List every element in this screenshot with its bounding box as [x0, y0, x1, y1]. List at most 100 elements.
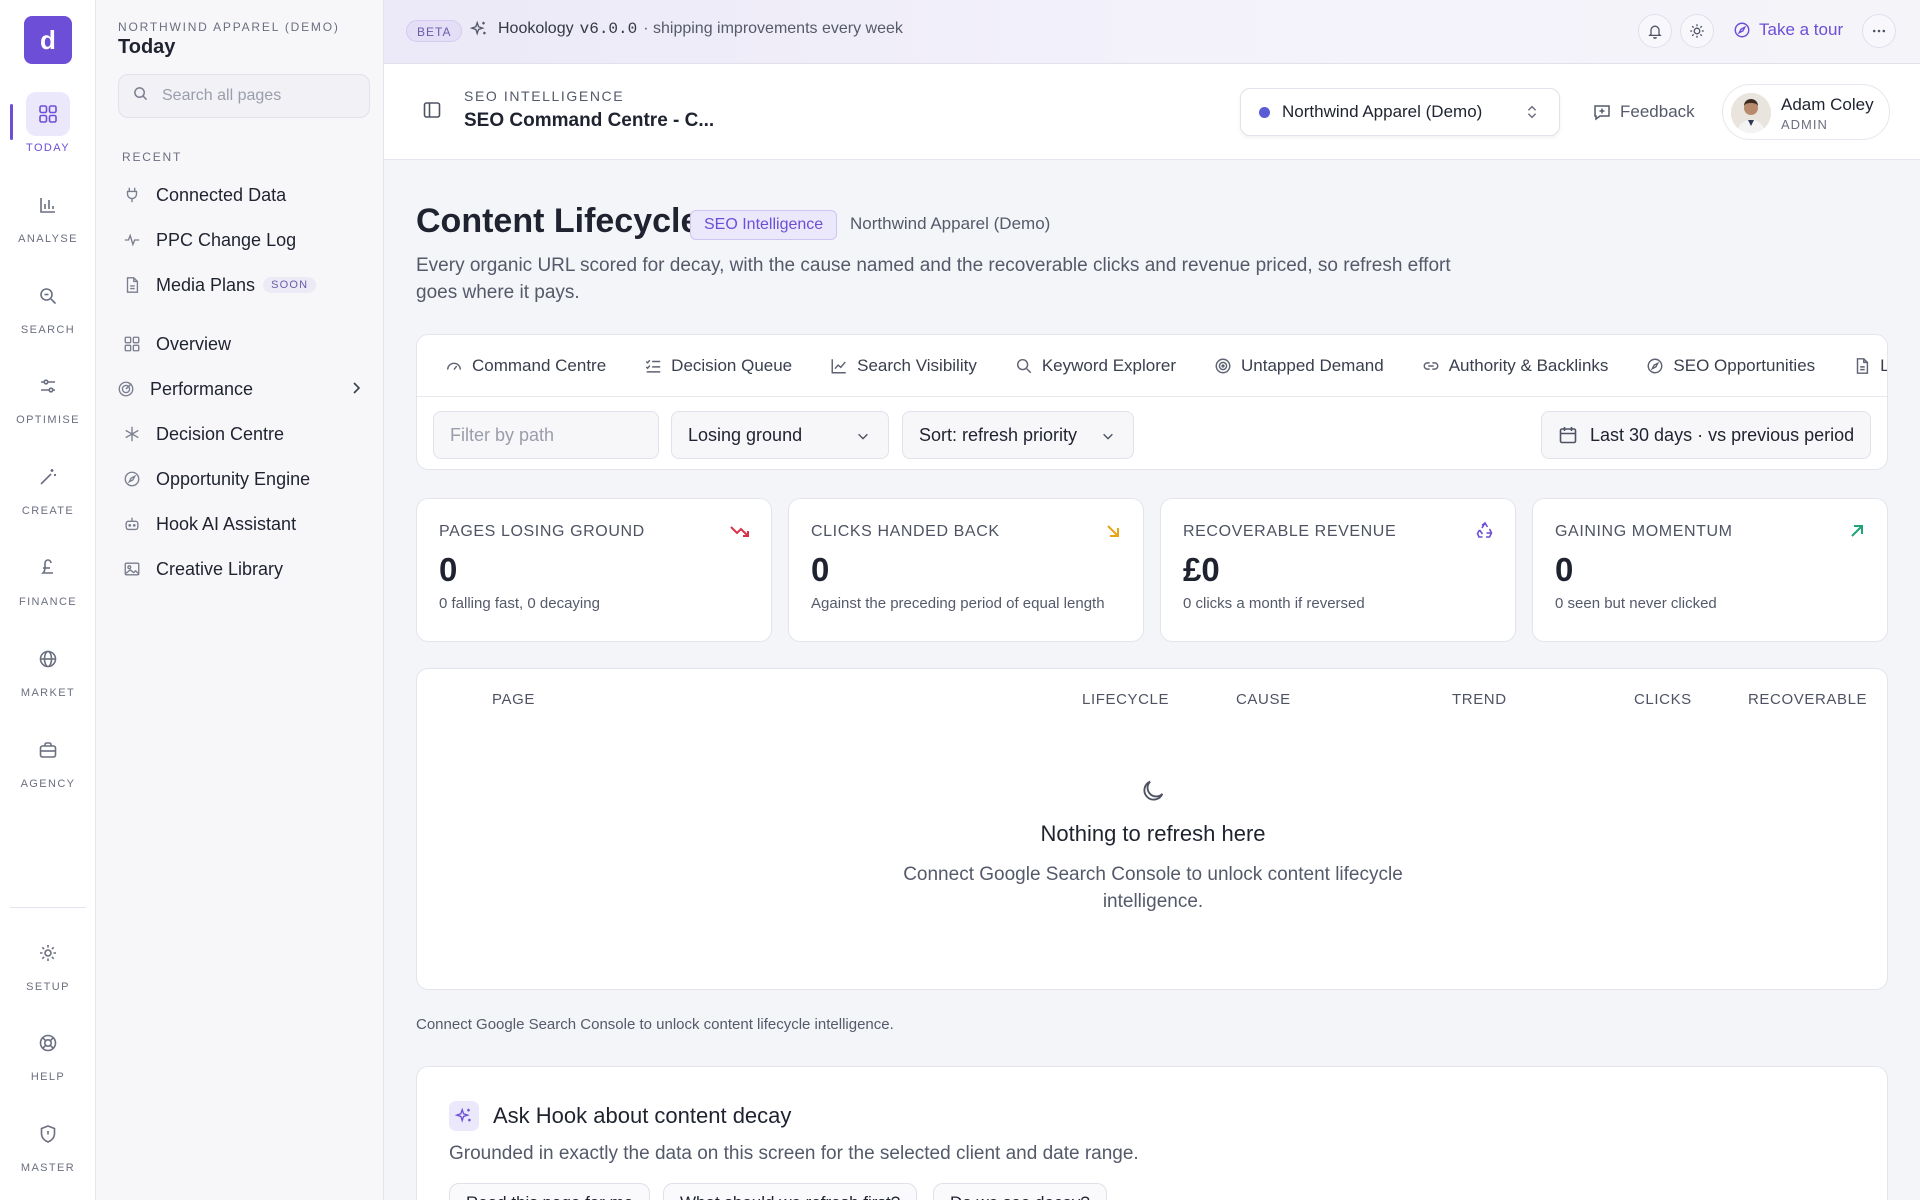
column-header-cause[interactable]: CAUSE [1236, 691, 1291, 708]
rail-item-optimise[interactable]: OPTIMISE [0, 364, 96, 444]
sidebar-toggle-icon[interactable] [422, 100, 442, 125]
feedback-button[interactable]: Feedback [1592, 102, 1695, 122]
rail-item-help[interactable]: HELP [0, 1021, 96, 1101]
rail-divider [10, 907, 86, 908]
more-horizontal-icon [1871, 23, 1887, 39]
client-status-dot [1259, 106, 1270, 118]
side-item-label: Overview [156, 333, 232, 354]
sliders-icon [26, 364, 70, 408]
take-tour-link[interactable]: Take a tour [1733, 20, 1843, 40]
column-header-page[interactable]: PAGE [492, 691, 535, 708]
side-item-creative-library[interactable]: Creative Library [122, 551, 380, 587]
page-description: Every organic URL scored for decay, with… [416, 255, 1451, 303]
app-logo[interactable]: d [24, 16, 72, 64]
suggestion-chip[interactable]: Read this page for me [449, 1183, 651, 1200]
user-menu[interactable]: Adam Coley ADMIN [1722, 84, 1890, 140]
rail-label: HELP [30, 1071, 66, 1083]
target-icon [116, 379, 136, 399]
status-filter-dropdown[interactable]: Losing ground [671, 411, 889, 459]
more-options-button[interactable] [1862, 14, 1896, 48]
side-item-hook-ai[interactable]: Hook AI Assistant [122, 506, 380, 542]
toolbar-card: Command Centre Decision Queue Search Vis… [416, 334, 1888, 470]
footnote: Connect Google Search Console to unlock … [416, 1016, 894, 1033]
column-header-trend[interactable]: TREND [1452, 691, 1507, 708]
rail-item-finance[interactable]: FINANCE [0, 546, 96, 626]
sort-dropdown[interactable]: Sort: refresh priority [902, 411, 1134, 459]
trend-down-icon [729, 521, 751, 548]
column-header-recoverable[interactable]: RECOVERABLE [1748, 691, 1867, 708]
column-header-clicks[interactable]: CLICKS [1634, 691, 1692, 708]
rail-label: MARKET [20, 687, 76, 699]
soon-badge: SOON [263, 277, 317, 293]
notifications-button[interactable] [1638, 14, 1672, 48]
tab-truncated[interactable]: L [1853, 356, 1887, 376]
ask-hook-title: Ask Hook about content decay [493, 1103, 792, 1128]
side-search[interactable] [118, 74, 370, 118]
feedback-label: Feedback [1620, 102, 1695, 121]
side-org-name: NORTHWIND APPAREL (DEMO) [118, 20, 340, 34]
gear-icon [26, 931, 70, 975]
side-item-connected-data[interactable]: Connected Data [122, 177, 380, 213]
side-item-opportunity-engine[interactable]: Opportunity Engine [122, 461, 380, 497]
rail-label: ANALYSE [18, 233, 78, 245]
tab-search-visibility[interactable]: Search Visibility [830, 356, 977, 376]
tab-seo-opportunities[interactable]: SEO Opportunities [1646, 356, 1815, 376]
side-item-media-plans[interactable]: Media Plans SOON [122, 267, 380, 303]
side-item-overview[interactable]: Overview [122, 326, 380, 362]
section-title: SEO Command Centre - C... [464, 110, 715, 131]
rail-item-market[interactable]: MARKET [0, 637, 96, 717]
moon-icon [1139, 777, 1167, 810]
tab-decision-queue[interactable]: Decision Queue [644, 356, 792, 376]
rail-item-analyse[interactable]: ANALYSE [0, 183, 96, 263]
search-input[interactable] [162, 87, 352, 105]
tab-label: Keyword Explorer [1041, 355, 1176, 375]
rail-item-master[interactable]: MASTER [0, 1112, 96, 1192]
client-selector[interactable]: Northwind Apparel (Demo) [1240, 88, 1560, 136]
empty-state-title: Nothing to refresh here [1040, 821, 1266, 846]
side-item-label: Creative Library [156, 558, 284, 579]
side-item-ppc-change-log[interactable]: PPC Change Log [122, 222, 380, 258]
side-item-label: Hook AI Assistant [156, 513, 297, 534]
shield-icon [26, 1112, 70, 1156]
tab-label: L [1880, 356, 1887, 376]
recent-heading: RECENT [122, 150, 183, 164]
path-filter-input[interactable] [433, 411, 659, 459]
side-item-decision-centre[interactable]: Decision Centre [122, 416, 380, 452]
search-icon [1015, 357, 1042, 375]
tab-untapped-demand[interactable]: Untapped Demand [1214, 356, 1384, 376]
client-selector-label: Northwind Apparel (Demo) [1282, 102, 1483, 121]
tab-keyword-explorer[interactable]: Keyword Explorer [1015, 356, 1176, 376]
ask-hook-card: Ask Hook about content decay Grounded in… [416, 1066, 1888, 1200]
rail-item-agency[interactable]: AGENCY [0, 728, 96, 808]
dashboard-grid-icon [26, 92, 70, 136]
pound-icon [26, 546, 70, 590]
side-item-label: Media Plans [156, 274, 256, 295]
rail-item-search[interactable]: SEARCH [0, 274, 96, 354]
suggestion-chip[interactable]: What should we refresh first? [663, 1183, 918, 1200]
rail-label: CREATE [21, 505, 75, 517]
theme-toggle-button[interactable] [1680, 14, 1714, 48]
side-panel: NORTHWIND APPAREL (DEMO) Today RECENT Co… [96, 0, 384, 1200]
date-range-picker[interactable]: Last 30 days · vs previous period [1541, 411, 1871, 459]
tab-command-centre[interactable]: Command Centre [445, 356, 606, 376]
kpi-value: 0 [1555, 551, 1574, 588]
sparkle-icon [449, 1101, 479, 1131]
line-chart-icon [830, 357, 857, 375]
tab-authority-backlinks[interactable]: Authority & Backlinks [1422, 356, 1608, 376]
rail-item-today[interactable]: TODAY [0, 92, 96, 172]
column-header-lifecycle[interactable]: LIFECYCLE [1082, 691, 1169, 708]
kpi-value: £0 [1183, 551, 1220, 588]
suggestion-chip[interactable]: Do we see decay? [933, 1183, 1107, 1200]
magnifier-icon [26, 274, 70, 318]
bell-icon [1647, 23, 1663, 39]
banner-message: Hookology v6.0.0 · shipping improvements… [470, 20, 903, 38]
rail-item-create[interactable]: CREATE [0, 455, 96, 535]
sort-value: Sort: refresh priority [919, 424, 1078, 445]
side-item-performance[interactable]: Performance [116, 371, 374, 407]
bar-chart-icon [26, 183, 70, 227]
user-name: Adam Coley [1781, 95, 1874, 114]
empty-state-description: Connect Google Search Console to unlock … [903, 864, 1403, 912]
rail-item-setup[interactable]: SETUP [0, 931, 96, 1011]
compass-icon [1733, 21, 1751, 39]
brand-name: Hookology [498, 20, 574, 37]
